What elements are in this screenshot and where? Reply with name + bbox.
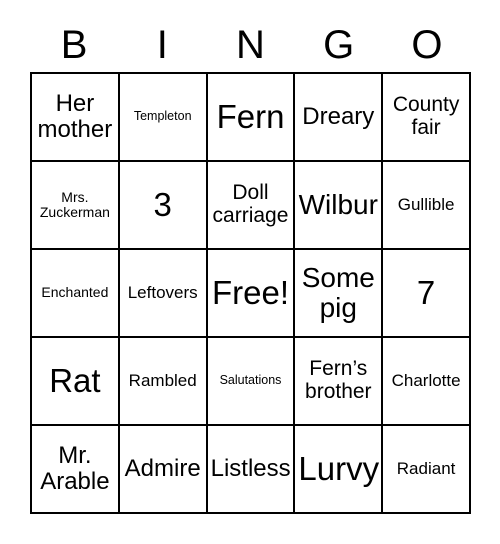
bingo-cell-label: Templeton: [133, 109, 192, 124]
bingo-cell-label: Fern: [216, 98, 285, 136]
bingo-cell-b-5[interactable]: Mr. Arable: [32, 426, 120, 514]
bingo-cell-o-3[interactable]: 7: [383, 250, 471, 338]
bingo-cell-i-4[interactable]: Rambled: [119, 338, 208, 426]
bingo-cell-g-3[interactable]: Some pig: [295, 250, 384, 338]
bingo-cell-label: County fair: [392, 93, 460, 139]
bingo-cell-label: Gullible: [397, 194, 455, 214]
bingo-cell-n-2[interactable]: Doll carriage: [207, 162, 296, 250]
bingo-cell-o-4[interactable]: Charlotte: [383, 338, 471, 426]
bingo-cell-label: Wilbur: [298, 188, 378, 220]
bingo-cell-i-3[interactable]: Leftovers: [119, 250, 208, 338]
bingo-grid: Her mother Templeton Fern Dreary County fair…: [30, 72, 471, 514]
bingo-cell-label: Some pig: [301, 261, 375, 323]
bingo-header-letter-o: O: [411, 23, 443, 67]
bingo-cell-label: Doll carriage: [212, 181, 289, 227]
bingo-header-letter-n: N: [236, 23, 265, 67]
bingo-cell-o-1[interactable]: County fair: [383, 74, 471, 162]
bingo-cell-label: Free!: [211, 274, 289, 312]
bingo-cell-i-1[interactable]: Templeton: [119, 74, 208, 162]
bingo-cell-n-4[interactable]: Salutations: [207, 338, 296, 426]
bingo-cell-label: Radiant: [396, 458, 456, 478]
bingo-cell-label: Fern’s brother: [305, 357, 372, 403]
bingo-cell-label: Rat: [49, 362, 101, 400]
bingo-cell-o-2[interactable]: Gullible: [383, 162, 471, 250]
bingo-cell-label: Mr. Arable: [40, 442, 110, 495]
bingo-card: B I N G O Her mother Templeton Fern Dreary Count…: [0, 0, 500, 544]
bingo-cell-i-2[interactable]: 3: [119, 162, 208, 250]
bingo-cell-label: 3: [153, 186, 172, 224]
bingo-header-row: BINGO: [30, 18, 471, 72]
bingo-cell-label: Rambled: [128, 370, 197, 390]
bingo-cell-label: Lurvy: [298, 450, 380, 488]
bingo-cell-b-4[interactable]: Rat: [32, 338, 120, 426]
bingo-cell-i-5[interactable]: Admire: [119, 426, 208, 514]
bingo-cell-n-1[interactable]: Fern: [207, 74, 296, 162]
bingo-cell-g-4[interactable]: Fern’s brother: [295, 338, 384, 426]
bingo-cell-label: Leftovers: [127, 282, 198, 302]
bingo-cell-o-5[interactable]: Radiant: [383, 426, 471, 514]
bingo-header-letter-b: B: [60, 23, 88, 67]
bingo-cell-label: Mrs. Zuckerman: [39, 188, 110, 220]
bingo-cell-label: 7: [416, 274, 436, 312]
bingo-header-letter-g: G: [323, 23, 355, 67]
bingo-cell-label: Enchanted: [41, 284, 109, 301]
bingo-cell-label: Dreary: [302, 103, 375, 131]
bingo-cell-g-1[interactable]: Dreary: [295, 74, 384, 162]
bingo-cell-label: Charlotte: [391, 370, 461, 390]
bingo-cell-b-3[interactable]: Enchanted: [32, 250, 120, 338]
bingo-cell-b-1[interactable]: Her mother: [32, 74, 120, 162]
bingo-cell-label: Listless: [210, 455, 291, 483]
bingo-cell-g-2[interactable]: Wilbur: [295, 162, 384, 250]
bingo-header-letter-i: I: [156, 23, 168, 67]
bingo-cell-label: Admire: [124, 455, 201, 483]
bingo-cell-b-2[interactable]: Mrs. Zuckerman: [32, 162, 120, 250]
bingo-cell-label: Her mother: [37, 90, 113, 143]
bingo-cell-g-5[interactable]: Lurvy: [295, 426, 384, 514]
bingo-cell-n-3[interactable]: Free!: [207, 250, 296, 338]
bingo-cell-n-5[interactable]: Listless: [207, 426, 296, 514]
bingo-cell-label: Salutations: [219, 373, 282, 388]
